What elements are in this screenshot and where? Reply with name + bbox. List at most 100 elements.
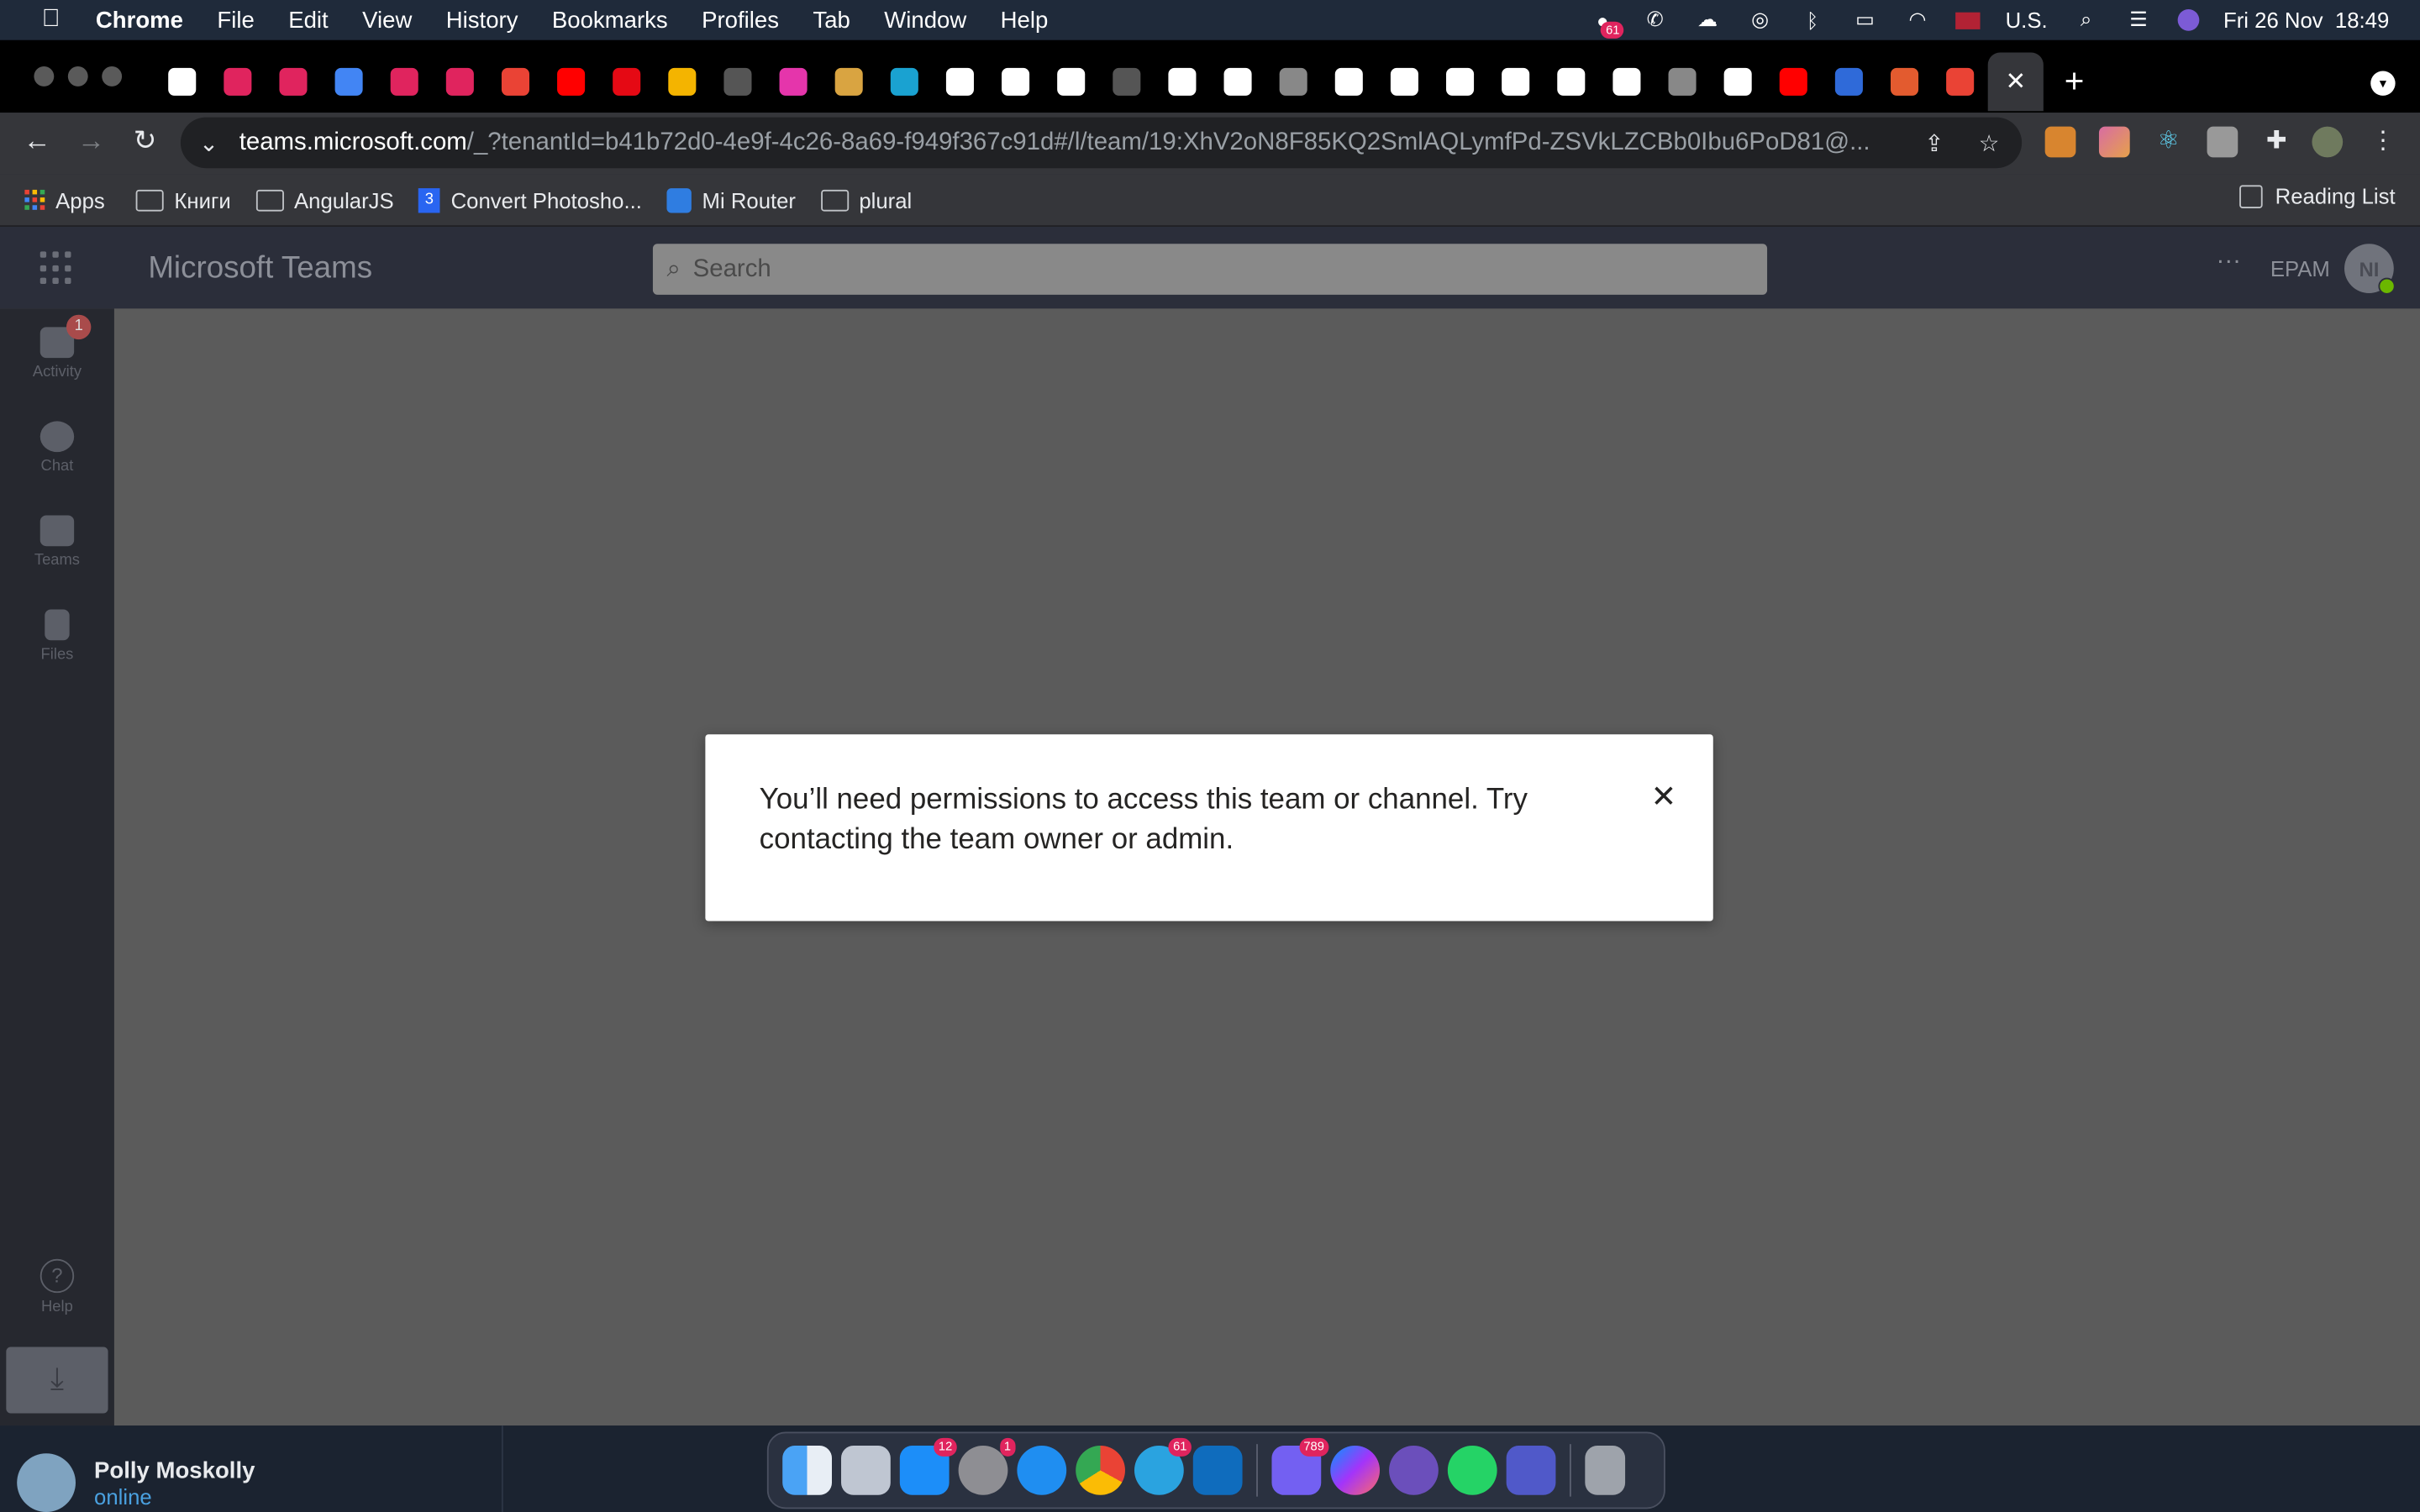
- menu-tab[interactable]: Tab: [813, 7, 850, 33]
- extension-icon-2[interactable]: [2098, 126, 2130, 158]
- battery-icon[interactable]: ▭: [1851, 8, 1879, 32]
- browser-tab[interactable]: [1376, 52, 1432, 111]
- rail-activity[interactable]: 1 Activity: [0, 314, 114, 381]
- reading-list-button[interactable]: Reading List: [2239, 184, 2396, 208]
- bookmark-knigi[interactable]: Книги: [135, 187, 231, 213]
- browser-tab[interactable]: [1432, 52, 1487, 111]
- browser-tab[interactable]: [376, 52, 432, 111]
- extension-icon-1[interactable]: [2044, 126, 2076, 158]
- browser-tab[interactable]: [765, 52, 821, 111]
- address-bar[interactable]: ⌄ teams.microsoft.com/_?tenantId=b41b72d…: [180, 117, 2023, 169]
- new-tab-button[interactable]: +: [2044, 61, 2105, 102]
- messenger-icon[interactable]: [1330, 1446, 1381, 1495]
- browser-tab[interactable]: [821, 52, 876, 111]
- close-tab-icon[interactable]: ✕: [2005, 66, 2026, 97]
- browser-tab[interactable]: [1099, 52, 1155, 111]
- extension-icon-4[interactable]: [2207, 126, 2238, 158]
- forward-icon[interactable]: →: [72, 125, 109, 158]
- browser-tab[interactable]: [210, 52, 266, 111]
- menu-profiles[interactable]: Profiles: [702, 7, 779, 33]
- back-icon[interactable]: ←: [18, 125, 55, 158]
- browser-tab[interactable]: [1321, 52, 1376, 111]
- browser-tab[interactable]: [1765, 52, 1821, 111]
- input-source-label[interactable]: U.S.: [2006, 8, 2048, 32]
- menu-bookmarks[interactable]: Bookmarks: [552, 7, 668, 33]
- browser-tab[interactable]: [988, 52, 1044, 111]
- telegram-icon[interactable]: 61: [1134, 1437, 1192, 1495]
- browser-tab[interactable]: [1488, 52, 1544, 111]
- search-input[interactable]: ⌕ Search: [652, 244, 1768, 295]
- menu-view[interactable]: View: [362, 7, 412, 33]
- whatsapp-icon[interactable]: [1447, 1446, 1497, 1495]
- app-launcher-icon[interactable]: [39, 251, 74, 285]
- browser-tab[interactable]: [1544, 52, 1599, 111]
- rail-chat[interactable]: Chat: [0, 421, 114, 475]
- creative-cloud-icon[interactable]: ☁: [1694, 8, 1722, 32]
- download-app-button[interactable]: ⤓: [6, 1347, 108, 1414]
- browser-tab[interactable]: [1210, 52, 1265, 111]
- app-store-icon[interactable]: 12: [899, 1437, 957, 1495]
- finder-icon[interactable]: [782, 1446, 832, 1495]
- microsoft-teams-icon[interactable]: [1506, 1446, 1556, 1495]
- bookmark-plural[interactable]: plural: [820, 187, 912, 213]
- browser-tab[interactable]: [155, 52, 210, 111]
- extensions-puzzle-icon[interactable]: ✚: [2261, 127, 2292, 158]
- menu-app-name[interactable]: Chrome: [96, 7, 183, 33]
- viber-icon[interactable]: 789: [1271, 1437, 1329, 1495]
- menu-help[interactable]: Help: [1001, 7, 1049, 33]
- more-options-icon[interactable]: ···: [2217, 249, 2241, 276]
- safari-icon[interactable]: [1017, 1446, 1067, 1495]
- url-text[interactable]: teams.microsoft.com/_?tenantId=b41b72d0-…: [239, 129, 1907, 156]
- siri-icon[interactable]: [2176, 9, 2199, 31]
- wifi-icon[interactable]: ◠: [1903, 8, 1931, 32]
- apple-menu-icon[interactable]: : [34, 6, 67, 34]
- reload-icon[interactable]: ↻: [127, 125, 164, 158]
- browser-tab[interactable]: [655, 52, 710, 111]
- tor-browser-icon[interactable]: [1389, 1446, 1439, 1495]
- chevron-down-icon[interactable]: ⌄: [199, 129, 218, 157]
- profile-avatar[interactable]: [2312, 126, 2344, 158]
- browser-tab[interactable]: [1599, 52, 1655, 111]
- flag-us-icon[interactable]: [1955, 11, 1981, 29]
- close-icon[interactable]: ✕: [1647, 780, 1681, 814]
- browser-tab[interactable]: [321, 52, 376, 111]
- user-avatar[interactable]: NI: [2344, 244, 2396, 295]
- system-preferences-icon[interactable]: 1: [958, 1437, 1016, 1495]
- menu-edit[interactable]: Edit: [288, 7, 328, 33]
- zoom-window-button[interactable]: [102, 66, 123, 87]
- browser-tab[interactable]: [1155, 52, 1210, 111]
- bluetooth-icon[interactable]: ᛒ: [1798, 8, 1826, 32]
- control-center-icon[interactable]: ☰: [2124, 8, 2152, 32]
- vscode-icon[interactable]: [1192, 1446, 1243, 1495]
- browser-tab[interactable]: [1265, 52, 1321, 111]
- bookmark-apps[interactable]: Apps: [24, 187, 105, 213]
- bookmark-mi-router[interactable]: Mi Router: [666, 187, 796, 213]
- chrome-icon[interactable]: [1076, 1446, 1125, 1495]
- browser-tab[interactable]: [1655, 52, 1710, 111]
- browser-tab[interactable]: [266, 52, 321, 111]
- browser-tab[interactable]: [544, 52, 599, 111]
- react-devtools-icon[interactable]: ⚛: [2153, 127, 2184, 158]
- browser-tab[interactable]: [1710, 52, 1765, 111]
- browser-tab[interactable]: [876, 52, 932, 111]
- rail-teams[interactable]: Teams: [0, 515, 114, 570]
- browser-tab[interactable]: [1044, 52, 1099, 111]
- chrome-menu-icon[interactable]: ⋮: [2368, 127, 2399, 158]
- browser-tab[interactable]: [1876, 52, 1932, 111]
- active-tab[interactable]: ✕: [1987, 52, 2044, 112]
- minimize-window-button[interactable]: [67, 66, 88, 87]
- browser-tab[interactable]: [432, 52, 487, 111]
- bookmark-star-icon[interactable]: ☆: [1979, 129, 2000, 157]
- viber-status-icon[interactable]: ✆: [1641, 8, 1669, 32]
- bookmark-convert-photoshop[interactable]: 3 Convert Photosho...: [418, 187, 642, 213]
- rail-help[interactable]: ? Help: [0, 1258, 114, 1316]
- browser-tab[interactable]: [487, 52, 543, 111]
- bookmark-angularjs[interactable]: AngularJS: [255, 187, 394, 213]
- rail-files[interactable]: Files: [0, 609, 114, 664]
- sync-status-icon[interactable]: ◎: [1746, 8, 1774, 32]
- menu-window[interactable]: Window: [884, 7, 966, 33]
- launchpad-icon[interactable]: [841, 1446, 891, 1495]
- spotlight-search-icon[interactable]: ⌕: [2072, 8, 2100, 32]
- menu-file[interactable]: File: [217, 7, 254, 33]
- browser-tab[interactable]: [932, 52, 987, 111]
